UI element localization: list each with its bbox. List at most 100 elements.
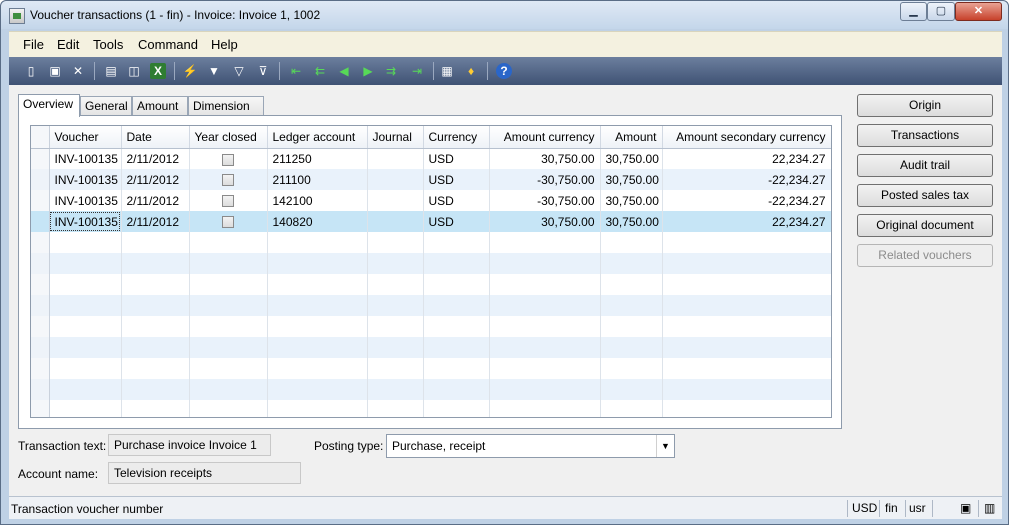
cell-date[interactable]: 2/11/2012 bbox=[121, 169, 190, 190]
help-icon[interactable]: ? bbox=[496, 63, 512, 79]
posted-sales-tax-button[interactable]: Posted sales tax bbox=[857, 184, 993, 207]
year-closed-checkbox[interactable] bbox=[221, 174, 234, 187]
cell-voucher[interactable]: INV-100135 bbox=[49, 148, 122, 169]
close-button[interactable]: ✕ bbox=[955, 2, 1002, 21]
related-vouchers-button[interactable]: Related vouchers bbox=[857, 244, 993, 267]
chevron-down-icon[interactable]: ▼ bbox=[656, 435, 674, 457]
first-record-icon[interactable]: ⇤ bbox=[288, 63, 304, 79]
table-row[interactable]: INV-100135 2/11/2012 142100 USD -30,750.… bbox=[31, 190, 831, 211]
cell-journal[interactable] bbox=[367, 190, 424, 211]
account-name-field[interactable]: Television receipts bbox=[108, 462, 301, 484]
cell-journal[interactable] bbox=[367, 169, 424, 190]
status-company[interactable]: fin bbox=[885, 501, 898, 515]
cell-date[interactable]: 2/11/2012 bbox=[121, 190, 190, 211]
print-preview-icon[interactable]: ◫ bbox=[126, 63, 142, 79]
cell-amount-currency[interactable]: 30,750.00 bbox=[489, 211, 601, 232]
row-selector[interactable] bbox=[31, 190, 50, 211]
filter-by-selection-icon[interactable]: ⚡ bbox=[182, 63, 198, 79]
transactions-grid[interactable]: Voucher Date Year closed Ledger account … bbox=[30, 125, 832, 418]
cell-ledger-account[interactable]: 142100 bbox=[267, 190, 368, 211]
cell-currency[interactable]: USD bbox=[423, 190, 490, 211]
original-document-button[interactable]: Original document bbox=[857, 214, 993, 237]
col-currency[interactable]: Currency bbox=[423, 126, 490, 149]
new-record-icon[interactable]: ▯ bbox=[23, 63, 39, 79]
cell-voucher[interactable]: INV-100135 bbox=[49, 190, 122, 211]
table-row-selected[interactable]: INV-100135 2/11/2012 140820 USD 30,750.0… bbox=[31, 211, 831, 232]
tab-general[interactable]: General bbox=[80, 96, 132, 116]
cell-ledger-account[interactable]: 140820 bbox=[267, 211, 368, 232]
transaction-text-field[interactable]: Purchase invoice Invoice 1 bbox=[108, 434, 271, 456]
cell-amount-secondary[interactable]: 22,234.27 bbox=[662, 148, 831, 169]
cell-currency[interactable]: USD bbox=[423, 148, 490, 169]
tab-dimension[interactable]: Dimension bbox=[188, 96, 264, 116]
tab-amount[interactable]: Amount bbox=[132, 96, 188, 116]
transactions-button[interactable]: Transactions bbox=[857, 124, 993, 147]
cell-amount[interactable]: 30,750.00 bbox=[600, 211, 663, 232]
page-down-icon[interactable]: ⇉ bbox=[383, 63, 399, 79]
col-date[interactable]: Date bbox=[121, 126, 190, 149]
cell-amount[interactable]: 30,750.00 bbox=[600, 148, 663, 169]
maximize-button[interactable]: ▢ bbox=[927, 2, 955, 21]
cell-ledger-account[interactable]: 211250 bbox=[267, 148, 368, 169]
menu-tools[interactable]: Tools bbox=[93, 37, 123, 52]
print-icon[interactable]: ▤ bbox=[103, 63, 119, 79]
cell-amount-secondary[interactable]: -22,234.27 bbox=[662, 190, 831, 211]
cell-amount[interactable]: 30,750.00 bbox=[600, 190, 663, 211]
col-amount-secondary-currency[interactable]: Amount secondary currency bbox=[662, 126, 831, 149]
menu-help[interactable]: Help bbox=[211, 37, 238, 52]
last-record-icon[interactable]: ⇥ bbox=[409, 63, 425, 79]
table-row[interactable]: INV-100135 2/11/2012 211100 USD -30,750.… bbox=[31, 169, 831, 190]
status-document-icon[interactable]: ▣ bbox=[960, 501, 971, 515]
posting-type-select[interactable]: Purchase, receipt ▼ bbox=[386, 434, 675, 458]
cell-amount[interactable]: 30,750.00 bbox=[600, 169, 663, 190]
tab-overview[interactable]: Overview bbox=[18, 94, 80, 117]
col-voucher[interactable]: Voucher bbox=[49, 126, 122, 149]
alert-bell-icon[interactable]: ♦ bbox=[463, 63, 479, 79]
cell-currency[interactable]: USD bbox=[423, 211, 490, 232]
save-icon[interactable]: ▣ bbox=[47, 63, 63, 79]
cell-currency[interactable]: USD bbox=[423, 169, 490, 190]
cell-voucher[interactable]: INV-100135 bbox=[49, 169, 122, 190]
minimize-button[interactable]: ▁ bbox=[900, 2, 927, 21]
audit-trail-button[interactable]: Audit trail bbox=[857, 154, 993, 177]
export-excel-icon[interactable]: X bbox=[150, 63, 166, 79]
row-selector[interactable] bbox=[31, 169, 50, 190]
next-record-icon[interactable]: ▶ bbox=[360, 63, 376, 79]
cell-ledger-account[interactable]: 211100 bbox=[267, 169, 368, 190]
delete-icon[interactable]: ✕ bbox=[70, 63, 86, 79]
year-closed-checkbox[interactable] bbox=[221, 216, 234, 229]
cell-journal[interactable] bbox=[367, 148, 424, 169]
col-amount[interactable]: Amount bbox=[600, 126, 663, 149]
cell-journal[interactable] bbox=[367, 211, 424, 232]
table-row[interactable]: INV-100135 2/11/2012 211250 USD 30,750.0… bbox=[31, 148, 831, 169]
advanced-filter-icon[interactable]: ▽ bbox=[231, 63, 247, 79]
cell-amount-currency[interactable]: -30,750.00 bbox=[489, 190, 601, 211]
page-up-icon[interactable]: ⇇ bbox=[312, 63, 328, 79]
cell-date[interactable]: 2/11/2012 bbox=[121, 211, 190, 232]
col-journal[interactable]: Journal bbox=[367, 126, 424, 149]
cell-amount-currency[interactable]: -30,750.00 bbox=[489, 169, 601, 190]
remove-filter-icon[interactable]: ⊽ bbox=[255, 63, 271, 79]
attachments-icon[interactable]: ▦ bbox=[439, 63, 455, 79]
cell-date[interactable]: 2/11/2012 bbox=[121, 148, 190, 169]
row-selector[interactable] bbox=[31, 211, 50, 232]
menu-command[interactable]: Command bbox=[138, 37, 198, 52]
cell-voucher[interactable]: INV-100135 bbox=[49, 211, 122, 232]
origin-button[interactable]: Origin bbox=[857, 94, 993, 117]
col-year-closed[interactable]: Year closed bbox=[189, 126, 268, 149]
status-database-icon[interactable]: ▥ bbox=[984, 501, 995, 515]
cell-amount-secondary[interactable]: -22,234.27 bbox=[662, 169, 831, 190]
menu-edit[interactable]: Edit bbox=[57, 37, 79, 52]
status-layer[interactable]: usr bbox=[909, 501, 926, 515]
filter-by-grid-icon[interactable]: ▼ bbox=[206, 63, 222, 79]
menu-file[interactable]: File bbox=[23, 37, 44, 52]
col-ledger-account[interactable]: Ledger account bbox=[267, 126, 368, 149]
year-closed-checkbox[interactable] bbox=[221, 153, 234, 166]
year-closed-checkbox[interactable] bbox=[221, 195, 234, 208]
status-currency[interactable]: USD bbox=[852, 501, 877, 515]
previous-record-icon[interactable]: ◀ bbox=[336, 63, 352, 79]
cell-amount-secondary[interactable]: 22,234.27 bbox=[662, 211, 831, 232]
cell-amount-currency[interactable]: 30,750.00 bbox=[489, 148, 601, 169]
row-selector[interactable] bbox=[31, 148, 50, 169]
col-amount-currency[interactable]: Amount currency bbox=[489, 126, 601, 149]
